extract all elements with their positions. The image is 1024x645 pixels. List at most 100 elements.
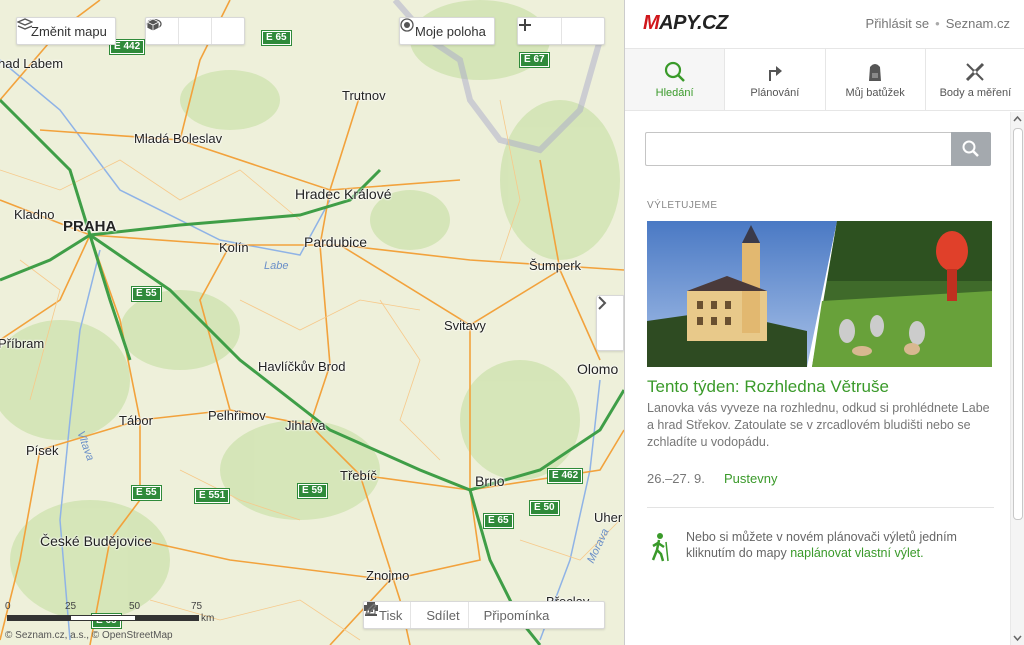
scrollbar-thumb[interactable] — [1013, 128, 1023, 520]
scroll-down-icon — [1013, 635, 1022, 642]
city-label: Znojmo — [366, 568, 410, 583]
header-links: Přihlásit se • Seznam.cz — [866, 16, 1010, 31]
mapy-logo[interactable]: MAPY.CZ — [643, 12, 728, 35]
city-label: PRAHA — [63, 218, 117, 235]
3d-button[interactable] — [146, 18, 244, 44]
road-shield: E 65 — [483, 513, 514, 529]
logo-letter: M — [643, 12, 660, 34]
map-actions-group: Tisk Sdílet Připomínka — [363, 601, 605, 629]
city-label: Trutnov — [342, 88, 386, 103]
road-shield: E 67 — [519, 52, 550, 68]
search-box — [645, 132, 991, 166]
layers-icon — [17, 18, 33, 30]
city-label: Brno — [475, 473, 505, 489]
city-label: Pardubice — [304, 234, 368, 250]
seznam-link[interactable]: Seznam.cz — [946, 16, 1010, 31]
my-location-button[interactable]: Moje poloha — [399, 17, 495, 45]
road-shield: E 55 — [131, 286, 162, 302]
city-label: Havlíčkův Brod — [258, 359, 346, 374]
article-date: 26.–27. 9. — [647, 471, 705, 486]
reminder-label: Připomínka — [483, 607, 550, 623]
share-label: Sdílet — [426, 607, 460, 623]
login-link[interactable]: Přihlásit se — [866, 16, 930, 31]
my-location-label: Moje poloha — [415, 23, 486, 39]
hiker-icon — [651, 533, 669, 562]
road-shield: E 55 — [131, 485, 162, 501]
plan-trip-text: Nebo si můžete v novém plánovači výletů … — [686, 529, 986, 561]
collapse-panel-button[interactable] — [596, 295, 624, 351]
scale-tick: 75 — [191, 601, 203, 612]
city-label: Tábor — [119, 413, 153, 428]
map-mode-group — [145, 17, 245, 45]
city-label: Uher — [594, 510, 623, 525]
zoom-in-button[interactable] — [519, 18, 605, 44]
change-map-label: Změnit mapu — [31, 23, 107, 39]
map-canvas[interactable]: nad Labem Trutnov Mladá Boleslav Hradec … — [0, 0, 624, 645]
tab-label: Můj batůžek — [845, 86, 905, 99]
tab-label: Body a měření — [939, 86, 1012, 99]
ruler-icon — [966, 62, 985, 81]
side-panel: MAPY.CZ Přihlásit se • Seznam.cz Hledání P… — [624, 0, 1024, 645]
reminder-button[interactable]: Připomínka — [364, 602, 558, 628]
map-copyright: © Seznam.cz, a.s., © OpenStreetMap — [5, 630, 173, 641]
road-shield: E 551 — [193, 488, 231, 504]
city-label: Písek — [26, 443, 59, 458]
city-label: Šumperk — [529, 258, 582, 273]
article-location-link[interactable]: Pustevny — [724, 471, 777, 486]
map-scale: 0 25 50 75 km — [5, 601, 214, 624]
tab-label: Plánování — [750, 86, 800, 99]
panorama-button[interactable] — [146, 18, 211, 44]
city-label: Olomo — [577, 361, 619, 377]
chevron-right-icon — [598, 296, 607, 310]
panel-scrollbar[interactable] — [1010, 112, 1024, 645]
cube-icon — [146, 18, 160, 32]
road-shield: E 65 — [261, 30, 292, 46]
city-label: Třebíč — [340, 468, 377, 483]
city-label: Jihlava — [285, 418, 326, 433]
city-label: Kladno — [14, 207, 55, 222]
city-label: Kolín — [219, 240, 249, 255]
article-photo[interactable] — [647, 221, 992, 367]
road-shield: E 59 — [297, 483, 328, 499]
city-label: Příbram — [0, 336, 45, 351]
share-button[interactable]: Sdílet — [365, 602, 467, 628]
plus-icon — [519, 19, 531, 31]
city-label: Svitavy — [444, 318, 486, 333]
city-label: Pelhřimov — [208, 408, 266, 423]
scale-tick: 50 — [129, 601, 141, 612]
backpack-icon — [869, 63, 882, 81]
scale-tick: 25 — [65, 601, 77, 612]
article-title[interactable]: Tento týden: Rozhledna Větruše — [647, 377, 889, 397]
change-map-button[interactable]: Změnit mapu — [16, 17, 116, 45]
search-input[interactable] — [645, 132, 951, 166]
scale-unit: km — [201, 613, 215, 624]
section-label: VÝLETUJEME — [647, 200, 718, 211]
print-label: Tisk — [379, 607, 403, 623]
road-shield: E 50 — [529, 500, 560, 516]
logo-text: APY.CZ — [659, 12, 728, 34]
search-button[interactable] — [951, 132, 991, 166]
tab-label: Hledání — [655, 86, 694, 99]
search-icon — [962, 140, 979, 157]
tab-points-measure[interactable]: Body a měření — [926, 49, 1024, 110]
tab-search[interactable]: Hledání — [625, 49, 726, 110]
divider — [647, 507, 994, 508]
tab-backpack[interactable]: Můj batůžek — [826, 49, 926, 110]
article-text: Lanovka vás vyveze na rozhlednu, odkud s… — [647, 401, 990, 449]
city-label: nad Labem — [0, 56, 64, 71]
river-label: Labe — [264, 260, 289, 272]
scale-bar — [7, 615, 199, 621]
scale-tick: 0 — [5, 601, 11, 612]
zoom-group — [517, 17, 605, 45]
city-label: České Budějovice — [40, 533, 153, 549]
search-icon — [664, 61, 685, 82]
pencil-icon — [364, 603, 377, 616]
road-shield: E 462 — [546, 468, 584, 484]
location-icon — [400, 18, 414, 32]
scroll-up-icon — [1013, 115, 1022, 122]
route-icon — [768, 65, 782, 81]
panel-tabs: Hledání Plánování Můj batůžek Body a měř… — [625, 48, 1024, 111]
plan-trip-link[interactable]: naplánovat vlastní výlet. — [790, 546, 923, 560]
tab-planning[interactable]: Plánování — [725, 49, 826, 110]
city-label: Mladá Boleslav — [134, 131, 223, 146]
